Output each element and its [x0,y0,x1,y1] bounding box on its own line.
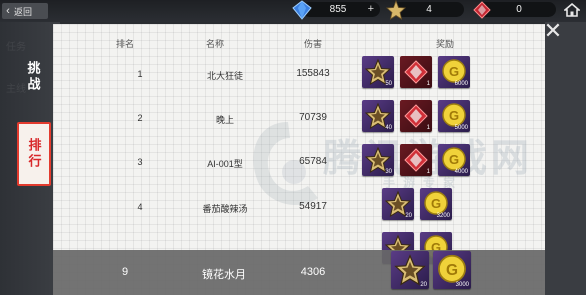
home-icon[interactable] [564,2,580,18]
reward-count: 20 [405,213,412,219]
reward-item[interactable]: 30 [362,144,394,176]
gem-counter: 855 + [292,0,380,20]
reward-item[interactable]: 40 [362,100,394,132]
my-damage: 4306 [300,266,326,278]
reward-count: 3200 [436,213,450,219]
ghost-text: 任务 [6,42,26,53]
reward-item[interactable]: 20 [382,188,414,220]
reward-item[interactable]: G 6000 [438,56,470,88]
row-name: 番茄酸辣汤 [202,204,248,214]
star-count: 4 [426,4,432,15]
header-rank: 排名 [115,39,134,49]
reward-count: 1 [426,169,430,175]
row-damage: 70739 [299,112,327,123]
reward-item[interactable]: 1 [400,144,432,176]
close-button[interactable]: ✕ [543,20,563,42]
back-label: 返回 [14,6,33,17]
row-name: AI-001型 [207,159,243,169]
row-damage: 65784 [299,156,327,167]
reward-item[interactable]: 50 [362,56,394,88]
reward-item[interactable]: 1 [400,56,432,88]
reward-item[interactable]: G 3000 [433,251,471,289]
reward-count: 6000 [454,81,468,87]
row-rank: 1 [137,69,143,79]
svg-text:G: G [449,64,459,79]
reward-item[interactable]: G 5000 [438,100,470,132]
right-background [545,22,586,295]
top-bar: ‹ 返回 855 + 4 0 [0,0,586,22]
tab-challenge[interactable]: 挑战 [22,52,44,102]
reward-item[interactable]: 20 [391,251,429,289]
gem-count: 855 [329,4,347,15]
row-rank: 2 [137,113,143,123]
reward-item[interactable]: G 4000 [438,144,470,176]
star-emblem-icon [386,0,406,20]
svg-text:G: G [446,262,458,279]
star-counter: 4 [386,0,464,20]
header-reward: 奖励 [435,39,454,49]
tab-rank[interactable]: 排行 [17,122,51,186]
row-rank: 4 [137,202,143,212]
svg-text:G: G [431,196,441,211]
back-button[interactable]: ‹ 返回 [2,3,48,19]
reward-item[interactable]: 1 [400,100,432,132]
row-rank: 3 [137,157,143,167]
row-damage: 155843 [296,68,330,79]
reward-count: 40 [385,125,392,131]
row-damage: 54917 [299,201,327,212]
add-gem-button[interactable]: + [368,3,374,15]
reward-item[interactable]: G 3200 [420,188,452,220]
row-name: 北大狂徒 [206,71,243,81]
reward-count: 20 [420,282,427,288]
reward-count: 3000 [455,282,469,288]
reward-count: 5000 [454,125,468,131]
red-gem-icon [473,1,491,19]
reward-count: 4000 [454,169,468,175]
reward-count: 30 [385,169,392,175]
header-damage: 伤害 [303,39,322,49]
svg-text:G: G [449,108,459,123]
reward-count: 1 [426,125,430,131]
row-name: 晚上 [215,115,234,125]
my-rank: 9 [121,266,129,278]
chevron-left-icon: ‹ [6,5,10,17]
blue-gem-icon [292,0,312,20]
my-name: 镜花水月 [202,269,246,281]
header-name: 名称 [205,39,224,49]
reward-count: 1 [426,81,430,87]
my-rank-bar: 9 镜花水月 4306 [53,250,545,295]
reward-count: 50 [385,81,392,87]
svg-text:G: G [449,152,459,167]
ticket-count: 0 [516,4,522,15]
ticket-counter: 0 [473,1,556,19]
